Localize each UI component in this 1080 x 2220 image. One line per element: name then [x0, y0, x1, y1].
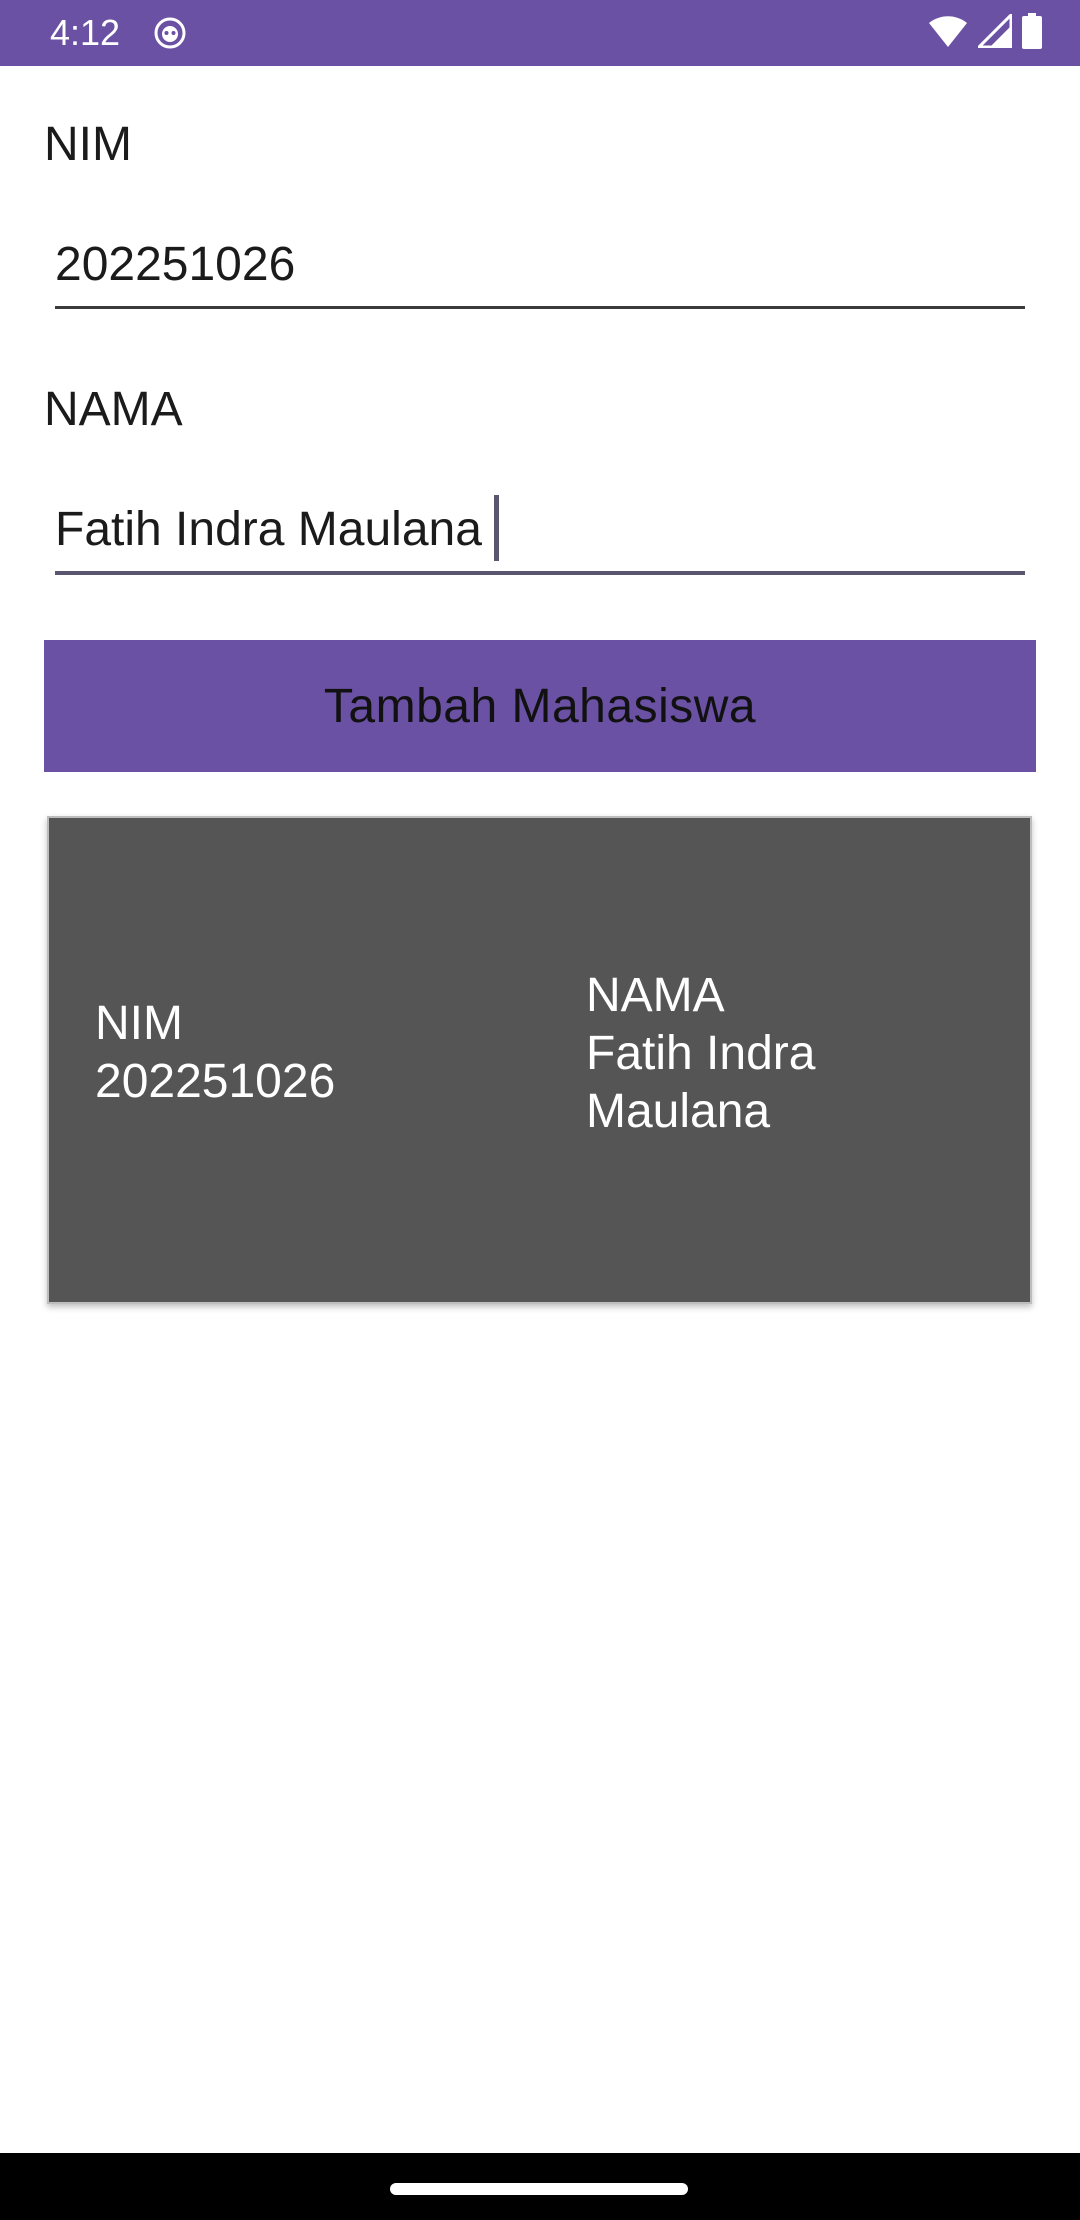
app-notification-icon: [154, 17, 186, 49]
add-student-button[interactable]: Tambah Mahasiswa: [44, 640, 1036, 772]
nama-label: NAMA: [44, 383, 183, 436]
battery-icon: [1022, 12, 1042, 54]
card-nim-value: 202251026: [95, 1055, 336, 1108]
status-bar: 4:12: [0, 0, 1080, 66]
wifi-icon: [928, 14, 968, 53]
status-icons: [928, 10, 1042, 54]
student-card[interactable]: NIM 202251026 NAMA Fatih Indra Maulana: [47, 816, 1032, 1304]
text-cursor: [494, 495, 499, 561]
card-nama-column: NAMA Fatih Indra Maulana: [586, 967, 886, 1141]
nama-input[interactable]: [55, 487, 1025, 575]
signal-icon: [975, 10, 1013, 53]
card-nim-label: NIM: [95, 997, 183, 1050]
home-gesture-handle[interactable]: [390, 2183, 688, 2195]
nim-input[interactable]: [55, 222, 1025, 309]
card-nama-label: NAMA: [586, 969, 725, 1022]
navigation-bar: [0, 2153, 1080, 2220]
status-time: 4:12: [50, 12, 121, 53]
card-nim-column: NIM 202251026: [95, 995, 335, 1111]
card-nama-value: Fatih Indra Maulana: [586, 1027, 816, 1138]
nim-label: NIM: [44, 118, 132, 171]
